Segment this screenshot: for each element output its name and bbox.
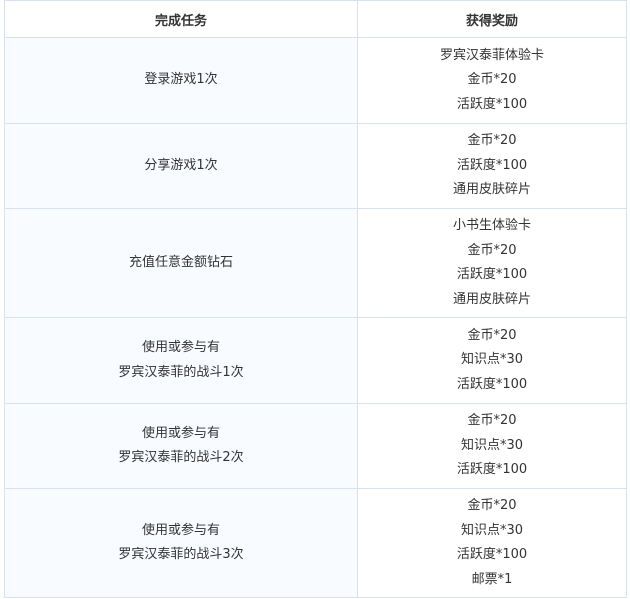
task-text: 罗宾汉泰菲的战斗3次 — [118, 547, 244, 562]
task-text: 登录游戏1次 — [144, 72, 218, 88]
task-text: 使用或参与有 — [141, 522, 220, 538]
table-row: 使用或参与有 罗宾汉泰菲的战斗2次 金币*20 知识点*30 活跃度*100 — [4, 403, 627, 489]
table-row: 使用或参与有 罗宾汉泰菲的战斗1次 金币*20 知识点*30 活跃度*100 — [4, 317, 627, 404]
task-text: 分享游戏1次 — [144, 157, 218, 173]
reward-cell: 金币*20 活跃度*100 通用皮肤碎片 — [357, 123, 627, 209]
task-cell: 分享游戏1次 — [4, 123, 358, 209]
reward-item: 金币*20 — [467, 133, 517, 149]
task-text: 使用或参与有 — [141, 340, 220, 355]
reward-item: 罗宾汉泰菲体验卡 — [439, 47, 544, 63]
reward-cell: 小书生体验卡 金币*20 活跃度*100 通用皮肤碎片 — [357, 208, 627, 318]
task-reward-table: 完成任务 获得奖励 登录游戏1次 罗宾汉泰菲体验卡 金币*20 活跃度*100 … — [4, 0, 627, 598]
reward-cell: 金币*20 知识点*30 活跃度*100 — [357, 403, 627, 489]
reward-item: 金币*20 — [467, 413, 517, 429]
reward-item: 通用皮肤碎片 — [452, 291, 531, 307]
reward-cell: 金币*20 知识点*30 活跃度*100 邮票*1 — [357, 488, 627, 598]
reward-item: 活跃度*100 — [456, 547, 528, 562]
reward-item: 金币*20 — [467, 327, 517, 343]
reward-cell: 罗宾汉泰菲体验卡 金币*20 活跃度*100 — [357, 37, 627, 124]
reward-item: 活跃度*100 — [456, 96, 528, 112]
reward-item: 金币*20 — [467, 498, 517, 513]
table-row: 充值任意金额钻石 小书生体验卡 金币*20 活跃度*100 通用皮肤碎片 — [4, 208, 627, 318]
reward-item: 活跃度*100 — [456, 462, 528, 478]
reward-item: 知识点*30 — [460, 522, 524, 538]
reward-item: 小书生体验卡 — [452, 218, 531, 233]
reward-cell: 金币*20 知识点*30 活跃度*100 — [357, 317, 627, 404]
task-cell: 使用或参与有 罗宾汉泰菲的战斗3次 — [4, 488, 358, 598]
table-row: 分享游戏1次 金币*20 活跃度*100 通用皮肤碎片 — [4, 123, 627, 209]
table-row: 登录游戏1次 罗宾汉泰菲体验卡 金币*20 活跃度*100 — [4, 37, 627, 124]
task-text: 充值任意金额钻石 — [128, 254, 233, 270]
task-cell: 使用或参与有 罗宾汉泰菲的战斗1次 — [4, 317, 358, 404]
task-text: 罗宾汉泰菲的战斗2次 — [118, 450, 244, 465]
task-cell: 登录游戏1次 — [4, 37, 358, 124]
reward-item: 知识点*30 — [460, 437, 524, 453]
reward-item: 活跃度*100 — [456, 376, 528, 392]
task-cell: 充值任意金额钻石 — [4, 208, 358, 318]
table-row: 使用或参与有 罗宾汉泰菲的战斗3次 金币*20 知识点*30 活跃度*100 邮… — [4, 488, 627, 598]
task-text: 使用或参与有 — [141, 425, 220, 441]
reward-item: 金币*20 — [467, 242, 517, 258]
task-cell: 使用或参与有 罗宾汉泰菲的战斗2次 — [4, 403, 358, 489]
reward-item: 知识点*30 — [460, 352, 524, 368]
header-reward: 获得奖励 — [357, 0, 627, 38]
header-task: 完成任务 — [4, 0, 358, 38]
reward-item: 邮票*1 — [471, 571, 513, 587]
reward-item: 通用皮肤碎片 — [452, 182, 531, 198]
table-header-row: 完成任务 获得奖励 — [4, 0, 627, 38]
reward-item: 金币*20 — [467, 72, 517, 88]
reward-item: 活跃度*100 — [456, 157, 528, 173]
task-text: 罗宾汉泰菲的战斗1次 — [118, 364, 244, 380]
reward-item: 活跃度*100 — [456, 267, 528, 282]
